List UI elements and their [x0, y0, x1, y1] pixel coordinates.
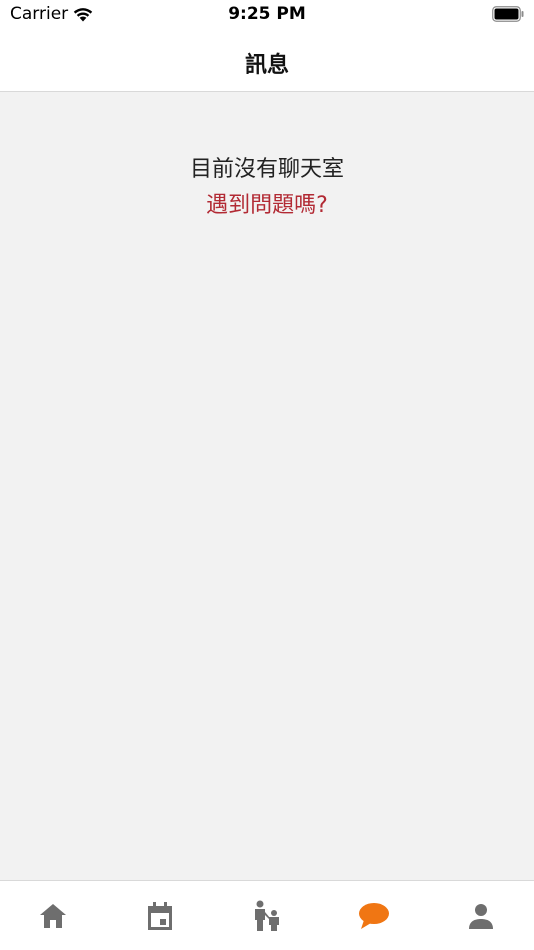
- tab-calendar[interactable]: [130, 899, 190, 933]
- page-title: 訊息: [244, 53, 289, 78]
- tab-messages[interactable]: [344, 899, 404, 933]
- battery-icon: [492, 6, 524, 22]
- clock: 9:25 PM: [228, 4, 306, 24]
- empty-message: 目前沒有聊天室: [189, 157, 344, 182]
- tab-home[interactable]: [23, 899, 83, 933]
- calendar-icon: [148, 902, 173, 930]
- help-link[interactable]: 遇到問題嗎?: [206, 191, 328, 221]
- tab-bar: [0, 880, 534, 950]
- chat-bubble-icon: [358, 903, 389, 929]
- home-icon: [40, 904, 67, 928]
- nav-header: 訊息: [0, 30, 534, 92]
- messages-screen: Carrier 9:25 PM 訊息 目前沒有聊天室 遇到問題嗎?: [0, 0, 534, 950]
- status-bar: Carrier 9:25 PM: [0, 0, 534, 30]
- tab-family[interactable]: [237, 899, 297, 933]
- empty-state: 目前沒有聊天室 遇到問題嗎?: [0, 155, 534, 221]
- family-icon: [254, 900, 279, 931]
- tab-profile[interactable]: [451, 899, 511, 933]
- person-icon: [468, 904, 493, 929]
